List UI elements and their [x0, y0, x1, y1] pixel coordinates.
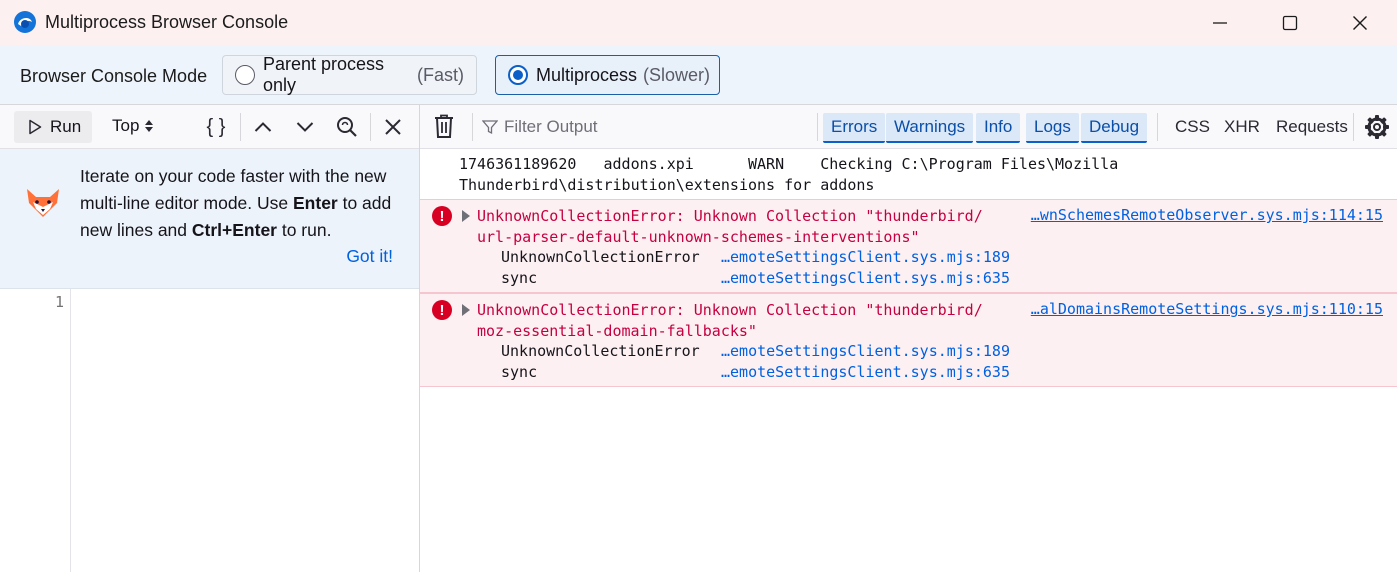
filter-output-input[interactable]: Filter Output — [482, 117, 598, 137]
mode-label: Browser Console Mode — [20, 66, 208, 86]
close-icon — [1353, 15, 1367, 30]
radio-unchecked-icon[interactable] — [235, 65, 255, 85]
maximize-button[interactable] — [1255, 0, 1325, 45]
console-mode-bar: Browser Console Mode Parent process only… — [0, 45, 1397, 105]
maximize-icon — [1282, 15, 1298, 30]
window-title: Multiprocess Browser Console — [45, 12, 289, 32]
editor-onboarding-tip: Iterate on your code faster with the new… — [0, 149, 419, 289]
line-number-gutter: 1 — [0, 289, 71, 572]
stack-frame-function: sync — [501, 269, 538, 287]
filter-icon — [482, 120, 498, 135]
console-settings-button[interactable] — [1364, 114, 1390, 145]
filter-info-button[interactable]: Info — [976, 113, 1021, 143]
ctrl-enter-key-label: Ctrl+Enter — [191, 220, 277, 240]
line-number: 1 — [54, 293, 64, 311]
error-icon: ! — [432, 300, 452, 320]
error-icon: ! — [432, 206, 452, 226]
warn-message-line: Thunderbird\distribution\extensions for … — [459, 176, 875, 194]
play-icon — [29, 119, 42, 135]
pretty-print-icon: { } — [206, 115, 226, 138]
evaluation-context-selector[interactable]: Top — [112, 116, 154, 136]
filter-logs-button[interactable]: Logs — [1026, 113, 1079, 143]
filter-xhr-button[interactable]: XHR — [1224, 117, 1260, 137]
filter-requests-button[interactable]: Requests — [1276, 117, 1348, 137]
error-message-line: moz-essential-domain-fallbacks" — [477, 322, 757, 340]
minimize-icon — [1213, 21, 1227, 24]
error-message: UnknownCollectionError: Unknown Collecti… — [477, 206, 983, 248]
editor-pane: Run Top { } Iterate on your code faster … — [0, 105, 420, 572]
toolbar-divider — [1157, 113, 1158, 141]
stack-frame-function: sync — [501, 363, 538, 381]
filter-warnings-button[interactable]: Warnings — [886, 113, 974, 143]
console-output-pane: Filter Output Errors Warnings Info Logs … — [420, 105, 1397, 572]
got-it-link[interactable]: Got it! — [346, 246, 393, 267]
minimize-button[interactable] — [1185, 0, 1255, 45]
error-message-line: UnknownCollectionError: Unknown Collecti… — [477, 301, 983, 319]
enter-key-label: Enter — [293, 193, 338, 213]
warn-message-line: 1746361189620 addons.xpi WARN Checking C… — [459, 155, 1119, 173]
sort-icon — [145, 120, 154, 132]
toolbar-divider — [817, 113, 818, 141]
multiprocess-label: Multiprocess — [536, 64, 638, 85]
error-message: UnknownCollectionError: Unknown Collecti… — [477, 300, 983, 342]
console-message-error: ! UnknownCollectionError: Unknown Collec… — [420, 293, 1397, 387]
filter-errors-button[interactable]: Errors — [823, 113, 886, 143]
toolbar-divider — [370, 113, 371, 141]
editor-toolbar: Run Top { } — [0, 105, 419, 149]
expand-stack-icon[interactable] — [462, 304, 470, 316]
context-label: Top — [112, 116, 140, 135]
console-message-error: ! UnknownCollectionError: Unknown Collec… — [420, 199, 1397, 293]
reverse-search-icon — [337, 117, 357, 137]
history-down-button[interactable] — [289, 111, 321, 143]
error-message-line: UnknownCollectionError: Unknown Collecti… — [477, 207, 983, 225]
pretty-print-button[interactable]: { } — [200, 111, 232, 143]
filter-css-button[interactable]: CSS — [1175, 117, 1210, 137]
output-toolbar: Filter Output Errors Warnings Info Logs … — [420, 105, 1397, 149]
multiprocess-radio[interactable]: Multiprocess (Slower) — [495, 55, 720, 95]
run-button[interactable]: Run — [14, 111, 92, 143]
multiprocess-sub: (Slower) — [643, 64, 711, 85]
tip-text-part: to run. — [276, 220, 332, 240]
history-up-icon — [254, 122, 272, 132]
error-message-line: url-parser-default-unknown-schemes-inter… — [477, 228, 920, 246]
reverse-search-button[interactable] — [331, 111, 363, 143]
close-editor-button[interactable] — [377, 111, 409, 143]
stack-frame-source-link[interactable]: …emoteSettingsClient.sys.mjs:635 — [721, 363, 1010, 381]
close-editor-icon — [385, 119, 401, 135]
stack-frame-source-link[interactable]: …emoteSettingsClient.sys.mjs:635 — [721, 269, 1010, 287]
error-source-link[interactable]: …alDomainsRemoteSettings.sys.mjs:110:15 — [1031, 300, 1383, 318]
thunderbird-icon — [14, 11, 36, 33]
toolbar-divider — [1353, 113, 1354, 141]
parent-process-label: Parent process only — [263, 54, 385, 95]
toolbar-divider — [472, 113, 473, 141]
code-editor[interactable]: 1 — [0, 289, 419, 572]
filter-debug-button[interactable]: Debug — [1081, 113, 1148, 143]
filter-placeholder: Filter Output — [504, 117, 598, 136]
history-down-icon — [296, 122, 314, 132]
tip-text: Iterate on your code faster with the new… — [80, 163, 410, 244]
radio-checked-icon[interactable] — [508, 65, 528, 85]
expand-stack-icon[interactable] — [462, 210, 470, 222]
close-button[interactable] — [1325, 0, 1395, 45]
toolbar-divider — [240, 113, 241, 141]
error-source-link[interactable]: …wnSchemesRemoteObserver.sys.mjs:114:15 — [1031, 206, 1383, 224]
clear-output-button[interactable] — [432, 113, 456, 144]
trash-icon — [435, 114, 453, 138]
fox-mascot-icon — [27, 189, 59, 217]
stack-frame-function: UnknownCollectionError — [501, 248, 700, 266]
parent-process-radio[interactable]: Parent process only (Fast) — [222, 54, 477, 95]
console-message-warn: 1746361189620 addons.xpi WARN Checking C… — [420, 149, 1397, 199]
stack-frame-source-link[interactable]: …emoteSettingsClient.sys.mjs:189 — [721, 248, 1010, 266]
title-bar: Multiprocess Browser Console — [0, 0, 1397, 45]
stack-frame-source-link[interactable]: …emoteSettingsClient.sys.mjs:189 — [721, 342, 1010, 360]
settings-gear-icon — [1365, 115, 1389, 139]
parent-process-sub: (Fast) — [417, 64, 464, 85]
stack-frame-function: UnknownCollectionError — [501, 342, 700, 360]
history-up-button[interactable] — [247, 111, 279, 143]
run-label: Run — [50, 117, 82, 136]
